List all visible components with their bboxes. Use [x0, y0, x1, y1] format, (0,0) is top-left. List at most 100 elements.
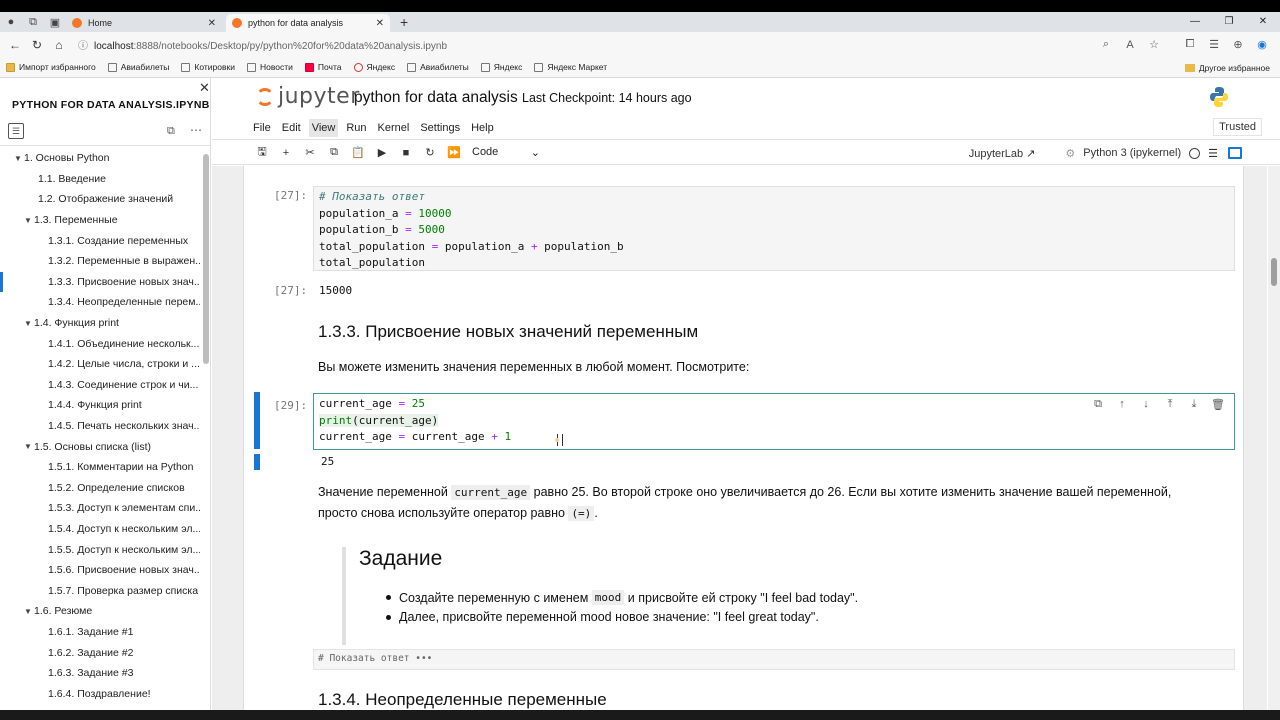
- toc-item[interactable]: 1.5.2. Определение списков: [0, 478, 200, 499]
- toc-item[interactable]: 1.3.1. Создание переменных: [0, 230, 200, 251]
- new-tab-button[interactable]: +: [400, 14, 408, 30]
- menu-file[interactable]: File: [250, 119, 274, 137]
- toc-item[interactable]: 1.2. Отображение значений: [0, 189, 200, 210]
- cut-icon[interactable]: ✂: [298, 146, 322, 159]
- toc-item[interactable]: 1.3.2. Переменные в выражен...: [0, 251, 200, 272]
- toc-item[interactable]: 1.4.2. Целые числа, строки и ...: [0, 354, 200, 375]
- notebook-scrollbar[interactable]: [1268, 166, 1280, 710]
- caret-down-icon[interactable]: ▼: [24, 607, 34, 616]
- code-cell-27[interactable]: # Показать ответ population_a = 10000 po…: [313, 186, 1235, 271]
- bookmark-item[interactable]: Котировки: [181, 62, 235, 72]
- toc-item[interactable]: ▼ 1. Основы Python: [0, 148, 200, 169]
- jupyterlab-link[interactable]: JupyterLab ↗: [969, 147, 1036, 160]
- bookmark-item[interactable]: Яндекс: [353, 62, 395, 72]
- move-down-icon[interactable]: ↓: [1134, 398, 1158, 411]
- close-tab-icon[interactable]: ✕: [208, 18, 216, 29]
- back-icon[interactable]: ←: [4, 38, 26, 52]
- toc-list-icon[interactable]: ☰: [8, 123, 24, 139]
- more-options-icon[interactable]: ⋯: [190, 123, 202, 137]
- toc-item[interactable]: 1.3.3. Присвоение новых знач...: [0, 272, 200, 293]
- extensions-icon[interactable]: ⧠: [1178, 38, 1202, 51]
- delete-cell-icon[interactable]: 🗑: [1206, 398, 1230, 411]
- debugger-icon[interactable]: ⚙: [1065, 147, 1075, 160]
- active-cell-marker[interactable]: [254, 392, 260, 449]
- cell-type-select[interactable]: Code ⌄: [472, 146, 540, 159]
- run-all-icon[interactable]: ⏩: [442, 146, 466, 159]
- run-icon[interactable]: ▶: [370, 146, 394, 159]
- trusted-badge[interactable]: Trusted: [1213, 118, 1262, 136]
- copy-icon[interactable]: ⧉: [322, 146, 346, 159]
- url-field[interactable]: ⓘ localhost:8888/notebooks/Desktop/py/pyt…: [78, 37, 447, 52]
- caret-down-icon[interactable]: ▼: [14, 154, 24, 163]
- tab-actions-icon[interactable]: ▣: [44, 12, 66, 32]
- copilot-icon[interactable]: ◉: [1250, 38, 1274, 51]
- toc-item[interactable]: 1.4.4. Функция print: [0, 395, 200, 416]
- stop-icon[interactable]: ■: [394, 147, 418, 159]
- bookmark-item[interactable]: Авиабилеты: [107, 62, 169, 72]
- scrollbar-thumb[interactable]: [1271, 258, 1277, 286]
- collapsed-code-cell[interactable]: # Показать ответ •••: [313, 649, 1235, 670]
- toc-item[interactable]: 1.1. Введение: [0, 169, 200, 190]
- workspaces-icon[interactable]: ⧉: [22, 12, 44, 32]
- toc-item[interactable]: ▼ 1.5. Основы списка (list): [0, 436, 200, 457]
- output-marker[interactable]: [254, 454, 260, 470]
- toc-item[interactable]: ▼ 1.4. Функция print: [0, 313, 200, 334]
- menu-edit[interactable]: Edit: [279, 119, 304, 137]
- read-aloud-icon[interactable]: A: [1118, 39, 1142, 51]
- paste-icon[interactable]: 📋: [346, 146, 370, 159]
- zoom-icon[interactable]: ⌕: [1094, 38, 1118, 51]
- menu-help[interactable]: Help: [468, 119, 497, 137]
- toc-item[interactable]: 1.4.3. Соединение строк и чи...: [0, 375, 200, 396]
- toc-item[interactable]: ▼ 1.6. Резюме: [0, 601, 200, 622]
- home-icon[interactable]: ⌂: [48, 38, 70, 52]
- toc-toggle-icon[interactable]: [1228, 147, 1242, 159]
- toc-item[interactable]: 1.4.5. Печать нескольких знач...: [0, 416, 200, 437]
- maximize-icon[interactable]: ❐: [1212, 12, 1246, 32]
- menu-settings[interactable]: Settings: [417, 119, 463, 137]
- collapse-all-icon[interactable]: ⧉: [167, 125, 175, 138]
- minimize-icon[interactable]: —: [1178, 12, 1212, 32]
- toc-item[interactable]: 1.5.4. Доступ к нескольким эл...: [0, 519, 200, 540]
- kernel-name[interactable]: Python 3 (ipykernel): [1083, 147, 1181, 159]
- sidebar-scrollbar[interactable]: [203, 154, 209, 364]
- toc-item[interactable]: 1.5.1. Комментарии на Python: [0, 457, 200, 478]
- bookmark-item[interactable]: Почта: [304, 62, 342, 72]
- insert-cell-icon[interactable]: +: [274, 147, 298, 159]
- toc-item[interactable]: 1.6.4. Поздравление!: [0, 683, 200, 704]
- profile-icon[interactable]: ●: [0, 12, 22, 32]
- menu-icon[interactable]: ☰: [1208, 147, 1218, 160]
- toc-item[interactable]: 1.5.5. Доступ к нескольким эл...: [0, 539, 200, 560]
- insert-above-icon[interactable]: ⤒: [1158, 398, 1182, 411]
- toc-item[interactable]: 1.5.6. Присвоение новых знач...: [0, 560, 200, 581]
- bookmark-item[interactable]: Яндекс Маркет: [534, 62, 607, 72]
- toc-item[interactable]: 1.6.2. Задание #2: [0, 642, 200, 663]
- notebook-title[interactable]: python for data analysis: [354, 89, 518, 107]
- jupyter-logo[interactable]: jupyter: [256, 84, 360, 109]
- other-favorites[interactable]: Другое избранное: [1184, 57, 1270, 78]
- insert-below-icon[interactable]: ⤓: [1182, 398, 1206, 411]
- menu-run[interactable]: Run: [343, 119, 369, 137]
- favorites-icon[interactable]: ☰: [1202, 38, 1226, 51]
- duplicate-cell-icon[interactable]: ⧉: [1086, 398, 1110, 411]
- collections-icon[interactable]: ⊕: [1226, 38, 1250, 51]
- toc-item[interactable]: 1.5.7. Проверка размер списка: [0, 580, 200, 601]
- tab-notebook[interactable]: python for data analysis ✕: [226, 14, 390, 32]
- close-sidebar-icon[interactable]: ✕: [199, 80, 210, 96]
- toc-item[interactable]: ▼ 1.3. Переменные: [0, 210, 200, 231]
- caret-down-icon[interactable]: ▼: [24, 216, 34, 225]
- toc-item[interactable]: 1.6.3. Задание #3: [0, 663, 200, 684]
- bookmark-item[interactable]: Новости: [246, 62, 293, 72]
- close-window-icon[interactable]: ✕: [1246, 12, 1280, 32]
- menu-view[interactable]: View: [308, 118, 339, 137]
- site-info-icon[interactable]: ⓘ: [78, 41, 88, 52]
- close-tab-icon[interactable]: ✕: [376, 18, 384, 29]
- refresh-icon[interactable]: ↻: [26, 38, 48, 52]
- menu-kernel[interactable]: Kernel: [375, 119, 413, 137]
- toc-item[interactable]: 1.4.1. Объединение нескольк...: [0, 333, 200, 354]
- favorite-star-icon[interactable]: ☆: [1142, 38, 1166, 51]
- toc-item[interactable]: 1.5.3. Доступ к элементам спи...: [0, 498, 200, 519]
- toc-item[interactable]: 1.3.4. Неопределенные перем...: [0, 292, 200, 313]
- caret-down-icon[interactable]: ▼: [24, 319, 34, 328]
- move-up-icon[interactable]: ↑: [1110, 398, 1134, 411]
- bookmark-import[interactable]: Импорт избранного: [6, 62, 96, 72]
